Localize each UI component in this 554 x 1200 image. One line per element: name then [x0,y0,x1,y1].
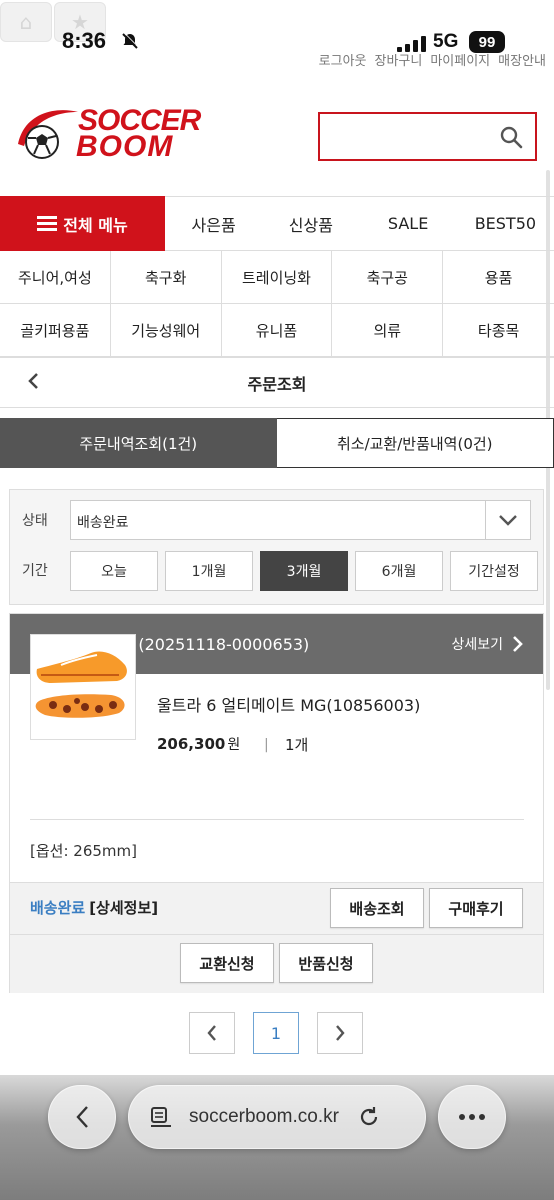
more-icon [459,1114,485,1120]
bell-slash-icon [121,32,139,54]
mypage-link[interactable]: 마이페이지 [430,50,490,69]
return-request-button[interactable]: 반품신청 [279,943,373,983]
category-grid: 주니어,여성 축구화 트레이닝화 축구공 용품 골키퍼용품 기능성웨어 유니폼 … [0,251,554,358]
status-select[interactable]: 배송완료 [70,500,531,540]
product-thumbnail[interactable] [30,634,136,740]
order-status-row: 배송완료 [상세정보] 배송조회 구매후기 [10,882,543,934]
chevron-left-icon [207,1025,216,1041]
price-amount: 206,300 [157,735,226,753]
category-item[interactable]: 의류 [332,304,444,357]
nav-item-sale[interactable]: SALE [360,214,457,233]
clock: 8:36 [62,28,107,53]
chevron-left-icon [76,1106,88,1128]
tab-cancel-exchange-return[interactable]: 취소/교환/반품내역(0건) [276,418,554,468]
menu-icon [37,215,58,232]
nav-item-best50[interactable]: BEST50 [457,214,554,233]
browser-toolbar: soccerboom.co.kr [0,1075,554,1200]
reload-icon[interactable] [357,1105,381,1129]
chevron-down-icon[interactable] [485,501,530,539]
product-price: 206,300 원 [157,734,240,754]
search-icon[interactable] [499,125,523,153]
order-detail-label: 상세보기 [451,637,503,653]
page-header: 주문조회 [0,358,554,408]
search-input[interactable] [328,114,498,158]
price-currency: 원 [227,737,241,753]
order-detail-link[interactable]: 상세보기 [451,634,523,654]
logout-link[interactable]: 로그아웃 [319,50,367,69]
all-menu-button[interactable]: 전체 메뉴 [0,196,165,251]
reader-icon[interactable] [149,1106,173,1128]
logo-text-bottom: BOOM [76,130,174,163]
cart-link[interactable]: 장바구니 [375,50,423,69]
page-title: 주문조회 [247,374,307,394]
product-option: [옵션: 265mm] [30,842,137,860]
period-custom-button[interactable]: 기간설정 [450,551,538,591]
category-item[interactable]: 기능성웨어 [110,304,222,357]
soccer-ball-icon [18,110,78,159]
product-quantity: 1개 [285,736,309,754]
product-name[interactable]: 울트라 6 얼티메이트 MG(10856003) [157,692,420,716]
period-label: 기간 [22,563,48,579]
period-buttons: 오늘 1개월 3개월 6개월 기간설정 [70,551,538,591]
address-bar[interactable]: soccerboom.co.kr [128,1085,426,1149]
store-info-link[interactable]: 매장안내 [498,50,546,69]
shoe-image [35,651,127,718]
status-label: 상태 [22,513,48,529]
period-today-button[interactable]: 오늘 [70,551,158,591]
more-options-button[interactable] [438,1085,506,1149]
divider [30,819,524,820]
status-select-value: 배송완료 [77,515,129,531]
url-text: soccerboom.co.kr [189,1106,339,1127]
order-number: (20251118-0000653) [138,634,310,654]
category-item[interactable]: 용품 [443,251,554,304]
write-review-button[interactable]: 구매후기 [429,888,523,928]
exchange-request-button[interactable]: 교환신청 [180,943,274,983]
back-icon[interactable] [26,370,40,398]
status-detail-link[interactable]: [상세정보] [89,899,158,917]
nav-item-gift[interactable]: 사은품 [165,212,262,236]
browser-back-button[interactable] [48,1085,116,1149]
divider: | [264,737,269,753]
period-3month-button[interactable]: 3개월 [260,551,348,591]
delivery-status: 배송완료 [상세정보] [30,897,158,918]
order-tabs: 주문내역조회(1건) 취소/교환/반품내역(0건) [0,418,554,468]
category-item[interactable]: 타종목 [443,304,554,357]
site-logo[interactable]: SOCCER BOOM [14,104,214,166]
claim-row: 교환신청 반품신청 [10,934,543,993]
track-delivery-button[interactable]: 배송조회 [330,888,424,928]
category-item[interactable]: 축구공 [332,251,444,304]
main-nav: 전체 메뉴 사은품 신상품 SALE BEST50 [0,196,554,251]
prev-page-button[interactable] [189,1012,235,1054]
tab-order-history[interactable]: 주문내역조회(1건) [0,418,277,468]
search-box [318,112,537,161]
nav-item-new[interactable]: 신상품 [262,212,359,236]
category-item[interactable]: 주니어,여성 [0,251,111,304]
delivery-status-text: 배송완료 [30,899,86,917]
category-item[interactable]: 트레이닝화 [221,251,333,304]
order-filter: 상태 배송완료 기간 오늘 1개월 3개월 6개월 기간설정 [9,489,544,605]
top-links: 로그아웃 장바구니 마이페이지 매장안내 [319,50,546,69]
category-item[interactable]: 유니폼 [221,304,333,357]
next-page-button[interactable] [317,1012,363,1054]
all-menu-label: 전체 메뉴 [63,215,128,235]
chevron-right-icon [336,1025,345,1041]
order-card: 2025-11-18(20251118-0000653) 상세보기 울트라 6 … [9,613,544,993]
page-number-button[interactable]: 1 [253,1012,299,1054]
category-item[interactable]: 축구화 [110,251,222,304]
category-item[interactable]: 골키퍼용품 [0,304,111,357]
pagination: 1 [0,1012,554,1056]
period-6month-button[interactable]: 6개월 [355,551,443,591]
chevron-right-icon [513,636,523,652]
period-1month-button[interactable]: 1개월 [165,551,253,591]
